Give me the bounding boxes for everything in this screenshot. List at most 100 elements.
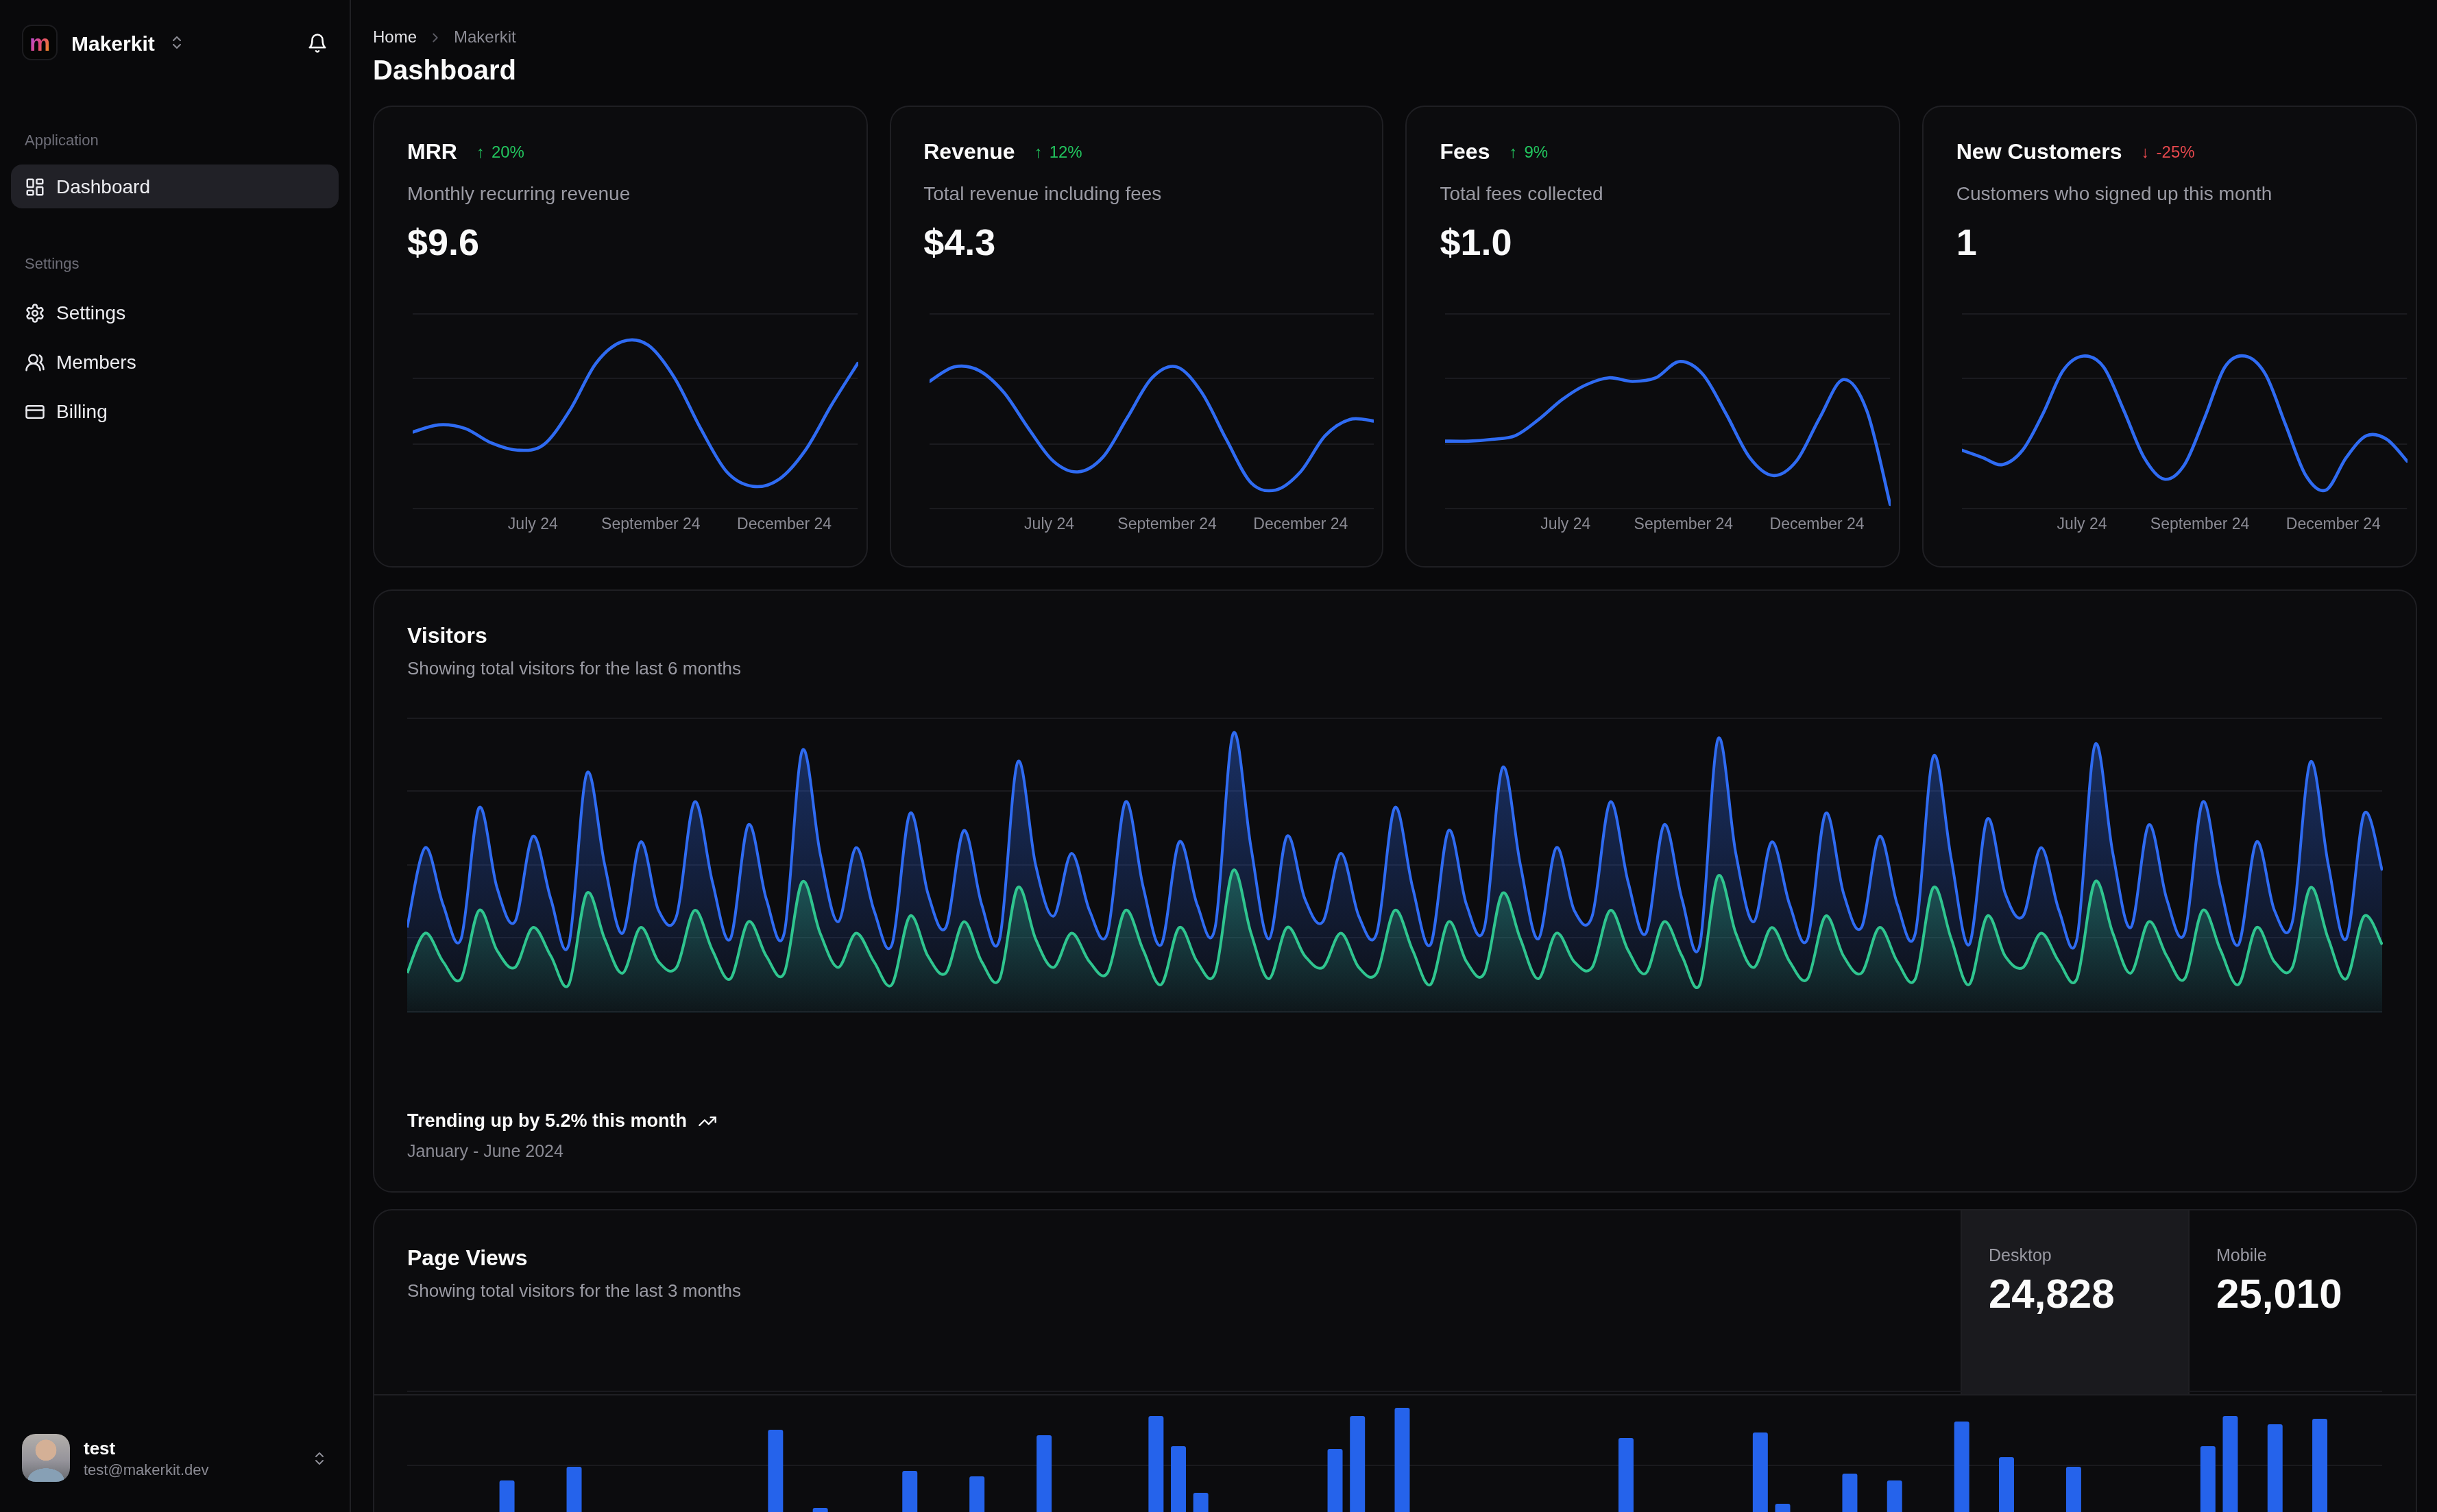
x-tick: September 24 <box>601 515 701 532</box>
x-axis-labels: July 24 September 24 December 24 <box>413 515 858 535</box>
dashboard-grid-icon <box>25 176 45 197</box>
sidebar-item-dashboard[interactable]: Dashboard <box>11 164 339 208</box>
trend-arrow-icon: ↑ <box>1509 143 1517 162</box>
stat-subtitle: Customers who signed up this month <box>1956 182 2382 204</box>
sidebar-nav-application: Dashboard <box>11 164 339 208</box>
sparkline-chart <box>413 313 858 510</box>
sidebar-section-settings: Settings <box>11 255 339 271</box>
x-tick: July 24 <box>2057 515 2107 532</box>
credit-card-icon <box>25 401 45 422</box>
sidebar-item-label: Billing <box>56 400 108 422</box>
breadcrumb-home[interactable]: Home <box>373 27 417 47</box>
stat-title: Revenue <box>923 140 1015 164</box>
stat-title: Fees <box>1440 140 1490 164</box>
visitors-date-range: January - June 2024 <box>407 1142 717 1161</box>
breadcrumb-current: Makerkit <box>454 27 516 47</box>
sparkline-chart <box>1446 313 1891 510</box>
x-tick: December 24 <box>2286 515 2381 532</box>
chevrons-up-down-icon <box>169 34 185 51</box>
app-root: m Makerkit Application Dashboard Setting… <box>0 0 2437 1512</box>
stat-card-fees: Fees ↑ 9% Total fees collected $1.0 July … <box>1406 106 1900 568</box>
sidebar-item-billing[interactable]: Billing <box>11 389 339 433</box>
x-tick: December 24 <box>1253 515 1348 532</box>
stat-value: 1 <box>1956 222 2382 265</box>
user-menu[interactable]: test test@makerkit.dev <box>11 1434 339 1501</box>
x-tick: July 24 <box>508 515 558 532</box>
page-views-subtitle: Showing total visitors for the last 3 mo… <box>407 1280 1927 1301</box>
tab-desktop[interactable]: Desktop 24,828 <box>1960 1210 2187 1394</box>
visitors-area-chart <box>407 717 2382 1021</box>
x-tick: July 24 <box>1540 515 1590 532</box>
sparkline-chart <box>1962 313 2407 510</box>
stat-subtitle: Monthly recurring revenue <box>407 182 833 204</box>
trend-arrow-icon: ↑ <box>1034 143 1043 162</box>
notifications-bell-icon[interactable] <box>307 32 328 53</box>
stat-value: $9.6 <box>407 222 833 265</box>
sidebar-item-label: Members <box>56 351 136 373</box>
stat-delta: ↓ -25% <box>2142 143 2195 162</box>
chevron-right-icon <box>428 29 443 45</box>
trend-arrow-icon: ↓ <box>2142 143 2150 162</box>
visitors-subtitle: Showing total visitors for the last 6 mo… <box>407 658 2382 679</box>
stat-cards-row: MRR ↑20% Monthly recurring revenue $9.6 … <box>373 106 2416 568</box>
x-axis-labels: July 24 September 24 December 24 <box>1962 515 2407 535</box>
gear-icon <box>25 302 45 323</box>
trending-up-icon <box>698 1111 717 1130</box>
workspace-selector[interactable]: m Makerkit <box>22 25 328 60</box>
x-tick: September 24 <box>2150 515 2250 532</box>
tab-label: Mobile <box>2216 1246 2388 1265</box>
tab-value: 24,828 <box>1989 1271 2160 1317</box>
stat-card-mrr: MRR ↑20% Monthly recurring revenue $9.6 … <box>373 106 867 568</box>
visitors-card: Visitors Showing total visitors for the … <box>373 589 2416 1193</box>
makerkit-logo: m <box>22 25 58 60</box>
user-email: test@makerkit.dev <box>84 1462 209 1478</box>
user-avatar <box>22 1434 70 1482</box>
page-views-header: Page Views Showing total visitors for th… <box>374 1210 2415 1395</box>
chevrons-up-down-icon <box>311 1450 328 1466</box>
breadcrumb: Home Makerkit <box>373 27 2416 47</box>
x-axis-labels: July 24 September 24 December 24 <box>1446 515 1891 535</box>
page-views-tabs: Desktop 24,828 Mobile 25,010 <box>1960 1210 2415 1394</box>
sidebar-item-label: Settings <box>56 302 125 324</box>
page-views-title: Page Views <box>407 1246 1927 1271</box>
sidebar-nav-settings: Settings Members Billing <box>11 291 339 433</box>
stat-delta-value: 9% <box>1524 143 1548 162</box>
tab-mobile[interactable]: Mobile 25,010 <box>2187 1210 2415 1394</box>
sidebar-item-label: Dashboard <box>56 175 150 197</box>
stat-card-new-customers: New Customers ↓ -25% Customers who signed… <box>1922 106 2416 568</box>
stat-delta: ↑ 12% <box>1034 143 1082 162</box>
main-content: Home Makerkit Dashboard MRR ↑20% Monthly… <box>351 0 2437 1512</box>
x-tick: September 24 <box>1117 515 1217 532</box>
x-tick: December 24 <box>737 515 832 532</box>
x-tick: July 24 <box>1024 515 1074 532</box>
stat-value: $1.0 <box>1440 222 1866 265</box>
page-views-card: Page Views Showing total visitors for th… <box>373 1209 2416 1512</box>
visitors-trend-text: Trending up by 5.2% this month <box>407 1110 687 1131</box>
stat-title: New Customers <box>1956 140 2122 164</box>
sparkline-chart <box>929 313 1374 510</box>
stat-delta: ↑ 20% <box>476 143 524 162</box>
tab-value: 25,010 <box>2216 1271 2388 1317</box>
stat-delta-value: 12% <box>1050 143 1082 162</box>
stat-subtitle: Total revenue including fees <box>923 182 1349 204</box>
tab-label: Desktop <box>1989 1246 2160 1265</box>
stat-subtitle: Total fees collected <box>1440 182 1866 204</box>
stat-card-revenue: Revenue ↑ 12% Total revenue including fee… <box>889 106 1383 568</box>
stat-delta-value: -25% <box>2157 143 2195 162</box>
stat-delta: ↑ 9% <box>1509 143 1548 162</box>
sidebar-item-members[interactable]: Members <box>11 340 339 384</box>
visitors-title: Visitors <box>407 624 2382 648</box>
x-tick: September 24 <box>1634 515 1734 532</box>
x-tick: December 24 <box>1770 515 1865 532</box>
trend-arrow-icon: ↑ <box>476 143 485 162</box>
stat-delta-value: 20% <box>492 143 524 162</box>
sidebar-item-settings[interactable]: Settings <box>11 291 339 334</box>
sidebar: m Makerkit Application Dashboard Setting… <box>0 0 351 1512</box>
workspace-name: Makerkit <box>71 31 155 54</box>
visitors-footer: Trending up by 5.2% this month January -… <box>407 1110 717 1161</box>
stat-value: $4.3 <box>923 222 1349 265</box>
user-name: test <box>84 1437 209 1459</box>
users-icon <box>25 352 45 372</box>
sidebar-section-application: Application <box>11 132 339 148</box>
page-views-bar-chart <box>407 1380 2382 1512</box>
